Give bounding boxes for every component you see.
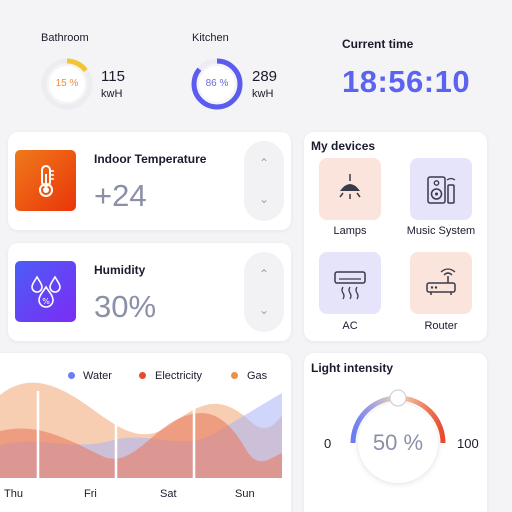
current-time-value: 18:56:10 <box>342 64 471 99</box>
humidity-label: Humidity <box>94 263 146 277</box>
device-label: AC <box>342 320 358 332</box>
light-value: 50 % <box>372 430 424 455</box>
router-icon <box>426 268 456 295</box>
temperature-label: Indoor Temperature <box>94 152 207 166</box>
thermometer-tile <box>15 150 76 211</box>
device-tile-lamps[interactable] <box>319 158 381 220</box>
day-label: Sat <box>160 488 177 500</box>
thermometer-icon <box>38 164 54 197</box>
chevron-up-icon[interactable]: ⌃ <box>244 148 284 178</box>
usage-area-chart <box>0 382 282 478</box>
humidity-stepper: ⌃ ⌄ <box>244 252 284 332</box>
humidity-card: % Humidity 30% ⌃ ⌄ <box>8 243 291 341</box>
gauge-knob <box>389 389 407 407</box>
day-label: Thu <box>4 488 23 500</box>
bathroom-percent: 15 % <box>55 78 79 89</box>
device-tile-router[interactable] <box>410 252 472 314</box>
device-tile-ac[interactable] <box>319 252 381 314</box>
water-drops-icon: % <box>30 274 61 308</box>
light-intensity-card: Light intensity 50 % 0 100 <box>304 353 487 512</box>
temperature-stepper: ⌃ ⌄ <box>244 141 284 221</box>
temperature-card: Indoor Temperature +24 ⌃ ⌄ <box>8 132 291 230</box>
energy-label: Bathroom <box>41 32 89 44</box>
day-label: Sun <box>235 488 255 500</box>
humidity-tile: % <box>15 261 76 322</box>
energy-label: Kitchen <box>192 32 229 44</box>
device-tile-music-system[interactable] <box>410 158 472 220</box>
device-label: Music System <box>406 225 476 237</box>
light-intensity-title: Light intensity <box>311 361 393 375</box>
chevron-down-icon[interactable]: ⌄ <box>244 184 284 214</box>
device-label: Router <box>424 320 458 332</box>
chevron-up-icon[interactable]: ⌃ <box>244 259 284 289</box>
speaker-icon <box>427 176 456 204</box>
bathroom-value: 115 <box>101 68 125 85</box>
kitchen-unit: kwH <box>252 88 274 100</box>
device-label: Lamps <box>333 225 367 237</box>
current-time-label: Current time <box>342 37 414 51</box>
devices-card: My devices Lamps Music System AC Router <box>304 132 487 341</box>
usage-chart-card: Water Electricity Gas Thu Fri Sat Sun <box>0 353 291 512</box>
chevron-down-icon[interactable]: ⌄ <box>244 295 284 325</box>
svg-text:%: % <box>42 297 50 306</box>
humidity-value: 30% <box>94 289 157 324</box>
kitchen-value: 289 <box>252 68 278 85</box>
light-max: 100 <box>457 436 479 451</box>
light-min: 0 <box>324 436 332 451</box>
temperature-value: +24 <box>94 178 147 213</box>
devices-title: My devices <box>311 139 376 153</box>
lamp-icon <box>339 174 361 199</box>
air-conditioner-icon <box>334 271 366 300</box>
kitchen-percent: 86 % <box>205 78 229 89</box>
day-label: Fri <box>84 488 97 500</box>
bathroom-unit: kwH <box>101 88 123 100</box>
